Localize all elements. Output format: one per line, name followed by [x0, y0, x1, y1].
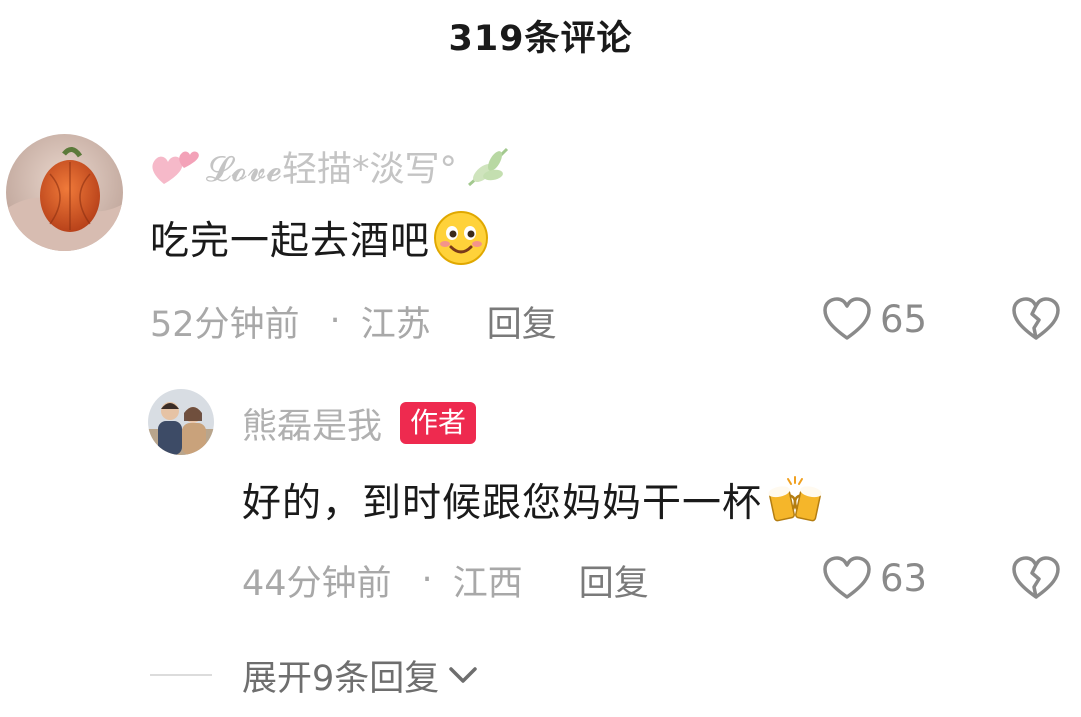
- reply-like-button[interactable]: 63: [822, 555, 927, 601]
- comment-meta: 52分钟前 · 江苏 回复: [150, 296, 557, 346]
- reply-time: 44分钟前: [242, 563, 392, 604]
- reply-text: 好的，到时候跟您妈妈干一杯: [242, 470, 824, 530]
- heart-outline-icon: [823, 297, 871, 340]
- reply-meta: 44分钟前 · 江西 回复: [242, 555, 649, 605]
- comment-location: 江苏: [360, 304, 431, 345]
- reply-body: 好的，到时候跟您妈妈干一杯: [242, 481, 763, 526]
- broken-heart-icon[interactable]: [1011, 555, 1061, 601]
- reply-location: 江西: [452, 563, 523, 604]
- reply-like-count: 63: [880, 556, 928, 600]
- broken-heart-icon[interactable]: [1011, 296, 1061, 342]
- comments-panel: 319条评论 𝓛𝓸𝓿𝓮轻描*淡写° 吃完一起去酒吧 52分钟前 · 江苏 回复 …: [0, 0, 1081, 717]
- beer-cheers-icon: [768, 476, 822, 522]
- separator-dot: ·: [421, 560, 433, 600]
- reply-username[interactable]: 熊磊是我 作者: [242, 398, 477, 448]
- comment-username-text: 𝓛𝓸𝓿𝓮轻描*淡写°: [206, 149, 458, 190]
- avatar[interactable]: [6, 134, 123, 251]
- reply-button[interactable]: 回复: [487, 296, 557, 347]
- author-badge: 作者: [400, 402, 477, 444]
- comment-username[interactable]: 𝓛𝓸𝓿𝓮轻描*淡写°: [150, 138, 513, 194]
- reply-username-text: 熊磊是我: [242, 406, 383, 447]
- leaf-icon: [468, 147, 509, 187]
- comment-count-title: 319条评论: [448, 19, 633, 59]
- heart-outline-icon: [823, 556, 871, 599]
- comment-body: 吃完一起去酒吧: [150, 219, 431, 264]
- chevron-down-icon: [449, 667, 478, 683]
- smiley-emoji-icon: [434, 211, 489, 265]
- reply-avatar[interactable]: [148, 389, 214, 455]
- expand-replies-label: 展开9条回复: [242, 658, 440, 699]
- like-button[interactable]: 65: [822, 296, 927, 342]
- reply-reply-button[interactable]: 回复: [579, 555, 649, 606]
- separator-dot: ·: [329, 301, 341, 341]
- expand-replies-button[interactable]: 展开9条回复: [150, 648, 481, 702]
- comment-time: 52分钟前: [150, 304, 300, 345]
- hearts-icon: [152, 151, 199, 184]
- comment-text: 吃完一起去酒吧: [150, 208, 490, 268]
- divider-line: [150, 674, 212, 676]
- like-count: 65: [880, 297, 928, 341]
